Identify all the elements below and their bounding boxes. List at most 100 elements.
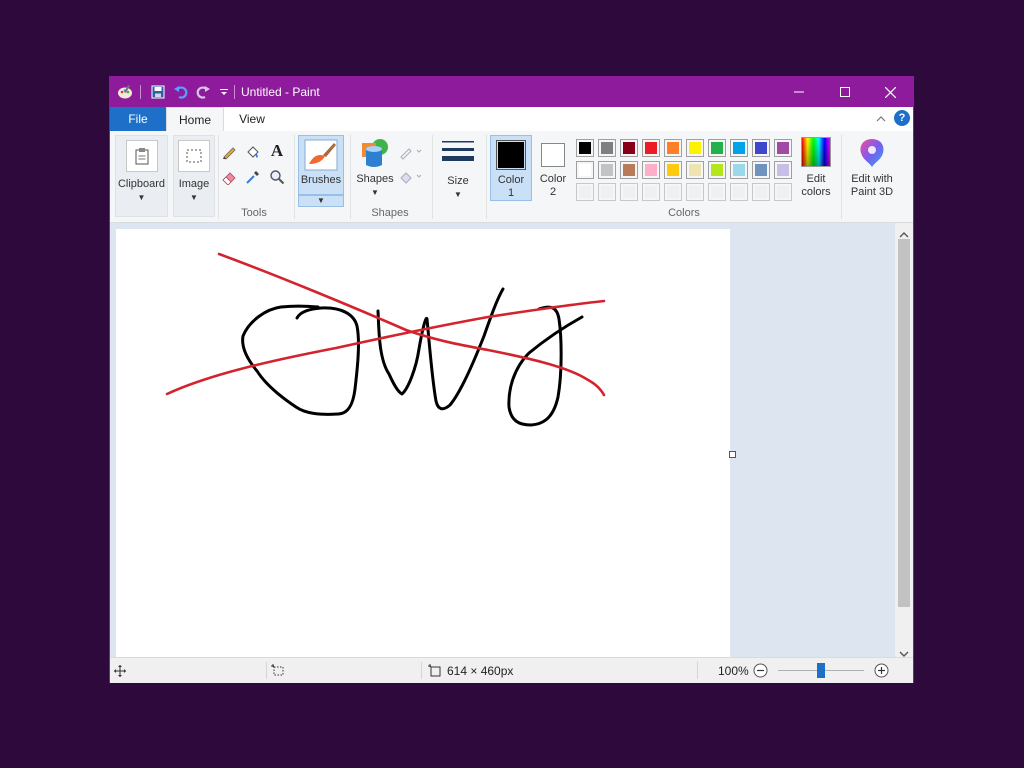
clipboard-button[interactable]: Clipboard ▼ [115, 135, 168, 217]
color-picker-icon[interactable] [244, 168, 262, 186]
zoom-slider-thumb[interactable] [817, 663, 825, 678]
palette-swatch[interactable] [598, 161, 616, 179]
palette-swatch[interactable] [664, 183, 682, 201]
fill-bucket-icon[interactable] [244, 143, 262, 161]
canvas-workspace [110, 223, 895, 657]
maximize-button[interactable] [822, 77, 868, 107]
edit-colors-label-line1: Edit [806, 173, 826, 185]
palette-swatch[interactable] [730, 139, 748, 157]
palette-swatch[interactable] [752, 139, 770, 157]
paint-3d-label-line1: Edit with [851, 173, 893, 185]
clipboard-label: Clipboard [117, 178, 166, 190]
palette-swatch[interactable] [576, 161, 594, 179]
paint-app-icon[interactable] [117, 84, 133, 100]
text-icon[interactable]: A [268, 141, 286, 160]
close-button[interactable] [867, 77, 913, 107]
zoom-out-icon [753, 663, 768, 678]
window-title: Untitled - Paint [241, 85, 320, 99]
collapse-ribbon-icon[interactable] [875, 112, 887, 130]
palette-swatch[interactable] [730, 183, 748, 201]
clipboard-icon [125, 140, 158, 172]
palette-swatch[interactable] [708, 161, 726, 179]
palette-swatch[interactable] [708, 139, 726, 157]
black-stroke-3 [507, 305, 584, 427]
palette-swatch[interactable] [686, 139, 704, 157]
chevron-down-icon: ▼ [190, 193, 198, 202]
group-separator [486, 135, 487, 219]
redo-icon[interactable] [195, 84, 211, 100]
palette-swatch[interactable] [620, 183, 638, 201]
canvas-resize-handle[interactable] [729, 451, 736, 458]
image-size-icon [428, 658, 441, 683]
palette-swatch[interactable] [774, 183, 792, 201]
group-separator [218, 135, 219, 219]
palette-swatch[interactable] [774, 161, 792, 179]
minimize-button[interactable] [776, 77, 822, 107]
paint-window: Untitled - Paint File Home View ? Clipbo… [109, 76, 914, 683]
shapes-icon [358, 137, 392, 169]
palette-swatch[interactable] [598, 183, 616, 201]
palette-swatch[interactable] [686, 161, 704, 179]
drawing-strokes [165, 252, 606, 427]
palette-swatch[interactable] [620, 161, 638, 179]
palette-swatch[interactable] [752, 161, 770, 179]
shapes-button[interactable]: Shapes ▼ [354, 135, 396, 205]
palette-swatch[interactable] [708, 183, 726, 201]
help-icon[interactable]: ? [894, 110, 910, 126]
edit-colors-icon [801, 137, 831, 167]
brushes-label: Brushes [300, 174, 342, 186]
palette-swatch[interactable] [642, 139, 660, 157]
minimize-icon [794, 91, 804, 93]
palette-swatch[interactable] [686, 183, 704, 201]
scrollbar-thumb[interactable] [898, 239, 910, 607]
zoom-level-text: 100% [718, 663, 749, 678]
chevron-down-icon: ▼ [371, 188, 379, 197]
status-separator [266, 662, 267, 679]
zoom-in-button[interactable] [874, 658, 889, 683]
outline-icon[interactable] [398, 143, 424, 161]
red-stroke-2 [165, 299, 606, 396]
magnifier-icon[interactable] [268, 168, 286, 186]
group-separator [294, 135, 295, 219]
group-separator [841, 135, 842, 219]
image-button[interactable]: Image ▼ [173, 135, 215, 217]
palette-swatch[interactable] [752, 183, 770, 201]
palette-swatch[interactable] [642, 161, 660, 179]
tab-file[interactable]: File [110, 107, 166, 131]
brushes-dropdown[interactable]: ▼ [298, 195, 344, 207]
edit-colors-button[interactable]: Edit colors [794, 135, 838, 205]
save-icon[interactable] [150, 84, 166, 100]
edit-with-paint-3d-button[interactable]: Edit with Paint 3D [845, 135, 899, 205]
palette-swatch[interactable] [664, 161, 682, 179]
tab-home[interactable]: Home [166, 107, 224, 132]
undo-icon[interactable] [173, 84, 189, 100]
brush-icon [303, 138, 339, 172]
customize-quick-access-icon[interactable] [216, 84, 232, 100]
color2-button[interactable]: Color 2 [534, 135, 572, 201]
pencil-icon[interactable] [220, 143, 238, 161]
palette-swatch[interactable] [664, 139, 682, 157]
vertical-scrollbar[interactable] [895, 223, 913, 657]
palette-swatch[interactable] [620, 139, 638, 157]
palette-swatch[interactable] [730, 161, 748, 179]
size-button[interactable]: Size ▼ [438, 135, 478, 205]
chevron-down-icon: ▼ [454, 190, 462, 199]
palette-swatch[interactable] [642, 183, 660, 201]
color1-button[interactable]: Color 1 [490, 135, 532, 201]
title-bar: Untitled - Paint [110, 77, 913, 107]
eraser-icon[interactable] [220, 168, 238, 186]
status-separator [697, 662, 698, 679]
title-separator [234, 85, 235, 99]
cursor-position-icon [114, 658, 126, 683]
palette-swatch[interactable] [576, 139, 594, 157]
tab-view[interactable]: View [224, 107, 280, 131]
palette-swatch[interactable] [576, 183, 594, 201]
zoom-out-button[interactable] [753, 658, 768, 683]
brushes-button[interactable]: Brushes [298, 135, 344, 195]
palette-swatch[interactable] [774, 139, 792, 157]
palette-swatch[interactable] [598, 139, 616, 157]
drawing-canvas[interactable] [116, 229, 730, 657]
line-size-icon [441, 139, 475, 167]
color1-label-line1: Color [497, 174, 525, 186]
fill-icon[interactable] [398, 168, 424, 186]
